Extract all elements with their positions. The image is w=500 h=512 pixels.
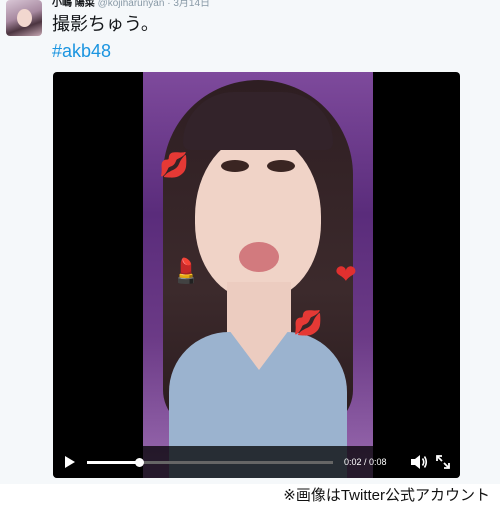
video-player[interactable]: 💋 💄 ❤ 💋 0:02 / 0:08 (53, 72, 460, 478)
tweet-card: 小嶋 陽菜 @kojiharunyan · 3月14日 撮影ちゅう。 #akb4… (0, 0, 500, 484)
video-frame[interactable]: 💋 💄 ❤ 💋 (143, 72, 373, 478)
hashtag-link[interactable]: #akb48 (52, 40, 111, 62)
fullscreen-icon[interactable] (435, 454, 451, 470)
volume-icon-graphic (411, 455, 428, 469)
kiss-mark-sticker-icon: 💋 (159, 152, 189, 179)
fullscreen-icon-graphic (436, 455, 450, 469)
video-lips (239, 242, 279, 272)
time-display: 0:02 / 0:08 (344, 457, 387, 467)
video-bangs (183, 92, 333, 150)
tweet-header: 小嶋 陽菜 @kojiharunyan · 3月14日 (52, 0, 210, 11)
heart-sticker-icon: ❤ (335, 259, 357, 289)
user-name[interactable]: 小嶋 陽菜 (52, 0, 95, 9)
user-handle[interactable]: @kojiharunyan (98, 0, 165, 9)
avatar[interactable] (6, 0, 42, 36)
progress-fill (87, 461, 139, 464)
video-eye-left (221, 160, 249, 172)
video-face (195, 134, 321, 299)
volume-icon[interactable] (410, 454, 428, 470)
tweet-date[interactable]: 3月14日 (173, 0, 210, 9)
play-icon[interactable] (65, 456, 75, 468)
header-separator: · (167, 0, 171, 9)
tweet-text: 撮影ちゅう。 (52, 14, 159, 34)
player-controls: 0:02 / 0:08 (53, 446, 460, 478)
image-credit: ※画像はTwitter公式アカウント (283, 487, 490, 504)
lipstick-sticker-icon: 💄 (171, 258, 201, 285)
progress-bar[interactable] (87, 458, 333, 467)
kiss-mark-sticker-icon-2: 💋 (293, 310, 323, 337)
video-eye-right (267, 160, 295, 172)
progress-handle[interactable] (134, 458, 144, 467)
avatar-face (17, 9, 32, 27)
